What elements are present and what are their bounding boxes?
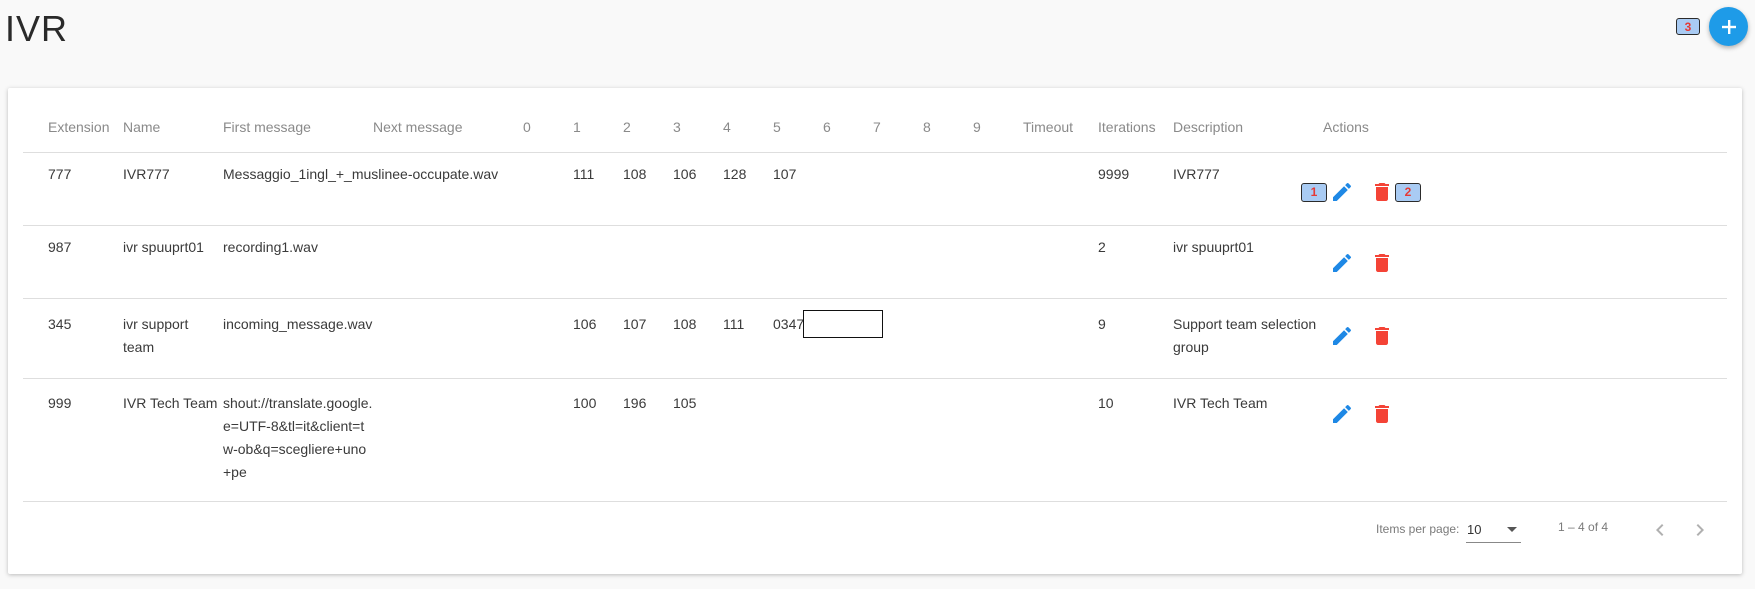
col-key-8[interactable]: 8	[923, 119, 931, 135]
col-actions: Actions	[1323, 119, 1369, 135]
divider	[23, 298, 1727, 299]
trash-icon	[1375, 254, 1389, 272]
cell-description: IVR777	[1173, 166, 1220, 182]
delete-button[interactable]	[1370, 402, 1394, 426]
trash-icon	[1375, 183, 1389, 201]
badge-3: 3	[1676, 18, 1700, 35]
cell-key-1: 100	[573, 395, 597, 411]
cell-extension: 345	[48, 316, 72, 332]
plus-icon	[1721, 19, 1736, 34]
cell-key-2: 108	[623, 166, 647, 182]
col-timeout[interactable]: Timeout	[1023, 119, 1073, 135]
cell-first-message: shout://translate.google.e=UTF-8&tl=it&c…	[223, 395, 373, 480]
cell-extension: 999	[48, 395, 72, 411]
delete-button[interactable]	[1370, 251, 1394, 275]
col-name[interactable]: Name	[123, 119, 160, 135]
delete-button[interactable]	[1370, 180, 1394, 204]
previous-page-button[interactable]	[1648, 518, 1672, 542]
page-size-select[interactable]: 10	[1466, 516, 1521, 543]
cell-name: ivr support team	[123, 316, 189, 355]
col-iterations[interactable]: Iterations	[1098, 119, 1156, 135]
trash-icon	[1375, 405, 1389, 423]
pencil-icon	[1333, 182, 1352, 201]
range-label: 1 – 4 of 4	[1558, 520, 1609, 534]
add-ivr-button[interactable]	[1709, 7, 1748, 46]
cell-key-4: 111	[723, 316, 745, 332]
col-key-6[interactable]: 6	[823, 119, 831, 135]
page-title: IVR	[5, 8, 69, 49]
highlight-box	[803, 310, 883, 338]
divider	[23, 378, 1727, 379]
cell-first-message: incoming_message.wav	[223, 316, 373, 332]
divider	[23, 225, 1727, 226]
cell-iterations: 10	[1098, 395, 1114, 411]
cell-description: ivr spuuprt01	[1173, 239, 1254, 255]
cell-first-message: Messaggio_1ingl_+_muslinee-occupate.wav	[223, 166, 499, 182]
col-key-1[interactable]: 1	[573, 119, 581, 135]
divider	[23, 152, 1727, 153]
cell-name: IVR777	[123, 166, 170, 182]
cell-description: IVR Tech Team	[1173, 395, 1268, 411]
pencil-icon	[1333, 404, 1352, 423]
chevron-right-icon	[1696, 524, 1704, 536]
pencil-icon	[1333, 326, 1352, 345]
edit-button[interactable]	[1330, 180, 1354, 204]
cell-key-1: 111	[573, 166, 595, 182]
cell-first-message: recording1.wav	[223, 239, 318, 255]
col-key-2[interactable]: 2	[623, 119, 631, 135]
trash-icon	[1375, 327, 1389, 345]
edit-button[interactable]	[1330, 251, 1354, 275]
cell-iterations: 2	[1098, 239, 1106, 255]
badge-2: 2	[1395, 183, 1421, 202]
chevron-down-icon	[1507, 527, 1517, 532]
cell-iterations: 9	[1098, 316, 1106, 332]
chevron-left-icon	[1656, 524, 1664, 536]
cell-key-2: 196	[623, 395, 647, 411]
edit-button[interactable]	[1330, 324, 1354, 348]
col-key-7[interactable]: 7	[873, 119, 881, 135]
next-page-button[interactable]	[1688, 518, 1712, 542]
badge-1: 1	[1301, 183, 1327, 202]
cell-name: IVR Tech Team	[123, 395, 218, 411]
col-extension[interactable]: Extension	[48, 119, 109, 135]
cell-key-3: 108	[673, 316, 697, 332]
col-key-4[interactable]: 4	[723, 119, 731, 135]
ivr-table-card: Extension Name First message Next messag…	[8, 88, 1742, 574]
cell-key-5: 107	[773, 166, 797, 182]
cell-name: ivr spuuprt01	[123, 239, 204, 255]
cell-key-3: 106	[673, 166, 697, 182]
cell-key-1: 106	[573, 316, 597, 332]
cell-extension: 777	[48, 166, 72, 182]
cell-key-5: 0347	[773, 316, 805, 332]
divider	[23, 501, 1727, 502]
delete-button[interactable]	[1370, 324, 1394, 348]
edit-button[interactable]	[1330, 402, 1354, 426]
cell-description: Support team selection group	[1173, 316, 1317, 355]
pencil-icon	[1333, 253, 1352, 272]
cell-key-3: 105	[673, 395, 697, 411]
cell-key-2: 107	[623, 316, 647, 332]
col-key-3[interactable]: 3	[673, 119, 681, 135]
col-key-5[interactable]: 5	[773, 119, 781, 135]
col-description[interactable]: Description	[1173, 119, 1243, 135]
cell-extension: 987	[48, 239, 72, 255]
cell-key-4: 128	[723, 166, 747, 182]
page-size-value: 10	[1467, 522, 1482, 537]
cell-iterations: 9999	[1098, 166, 1130, 182]
col-key-0[interactable]: 0	[523, 119, 531, 135]
col-first-message[interactable]: First message	[223, 119, 311, 135]
col-next-message[interactable]: Next message	[373, 119, 462, 135]
items-per-page-label: Items per page:	[1376, 522, 1460, 536]
col-key-9[interactable]: 9	[973, 119, 981, 135]
